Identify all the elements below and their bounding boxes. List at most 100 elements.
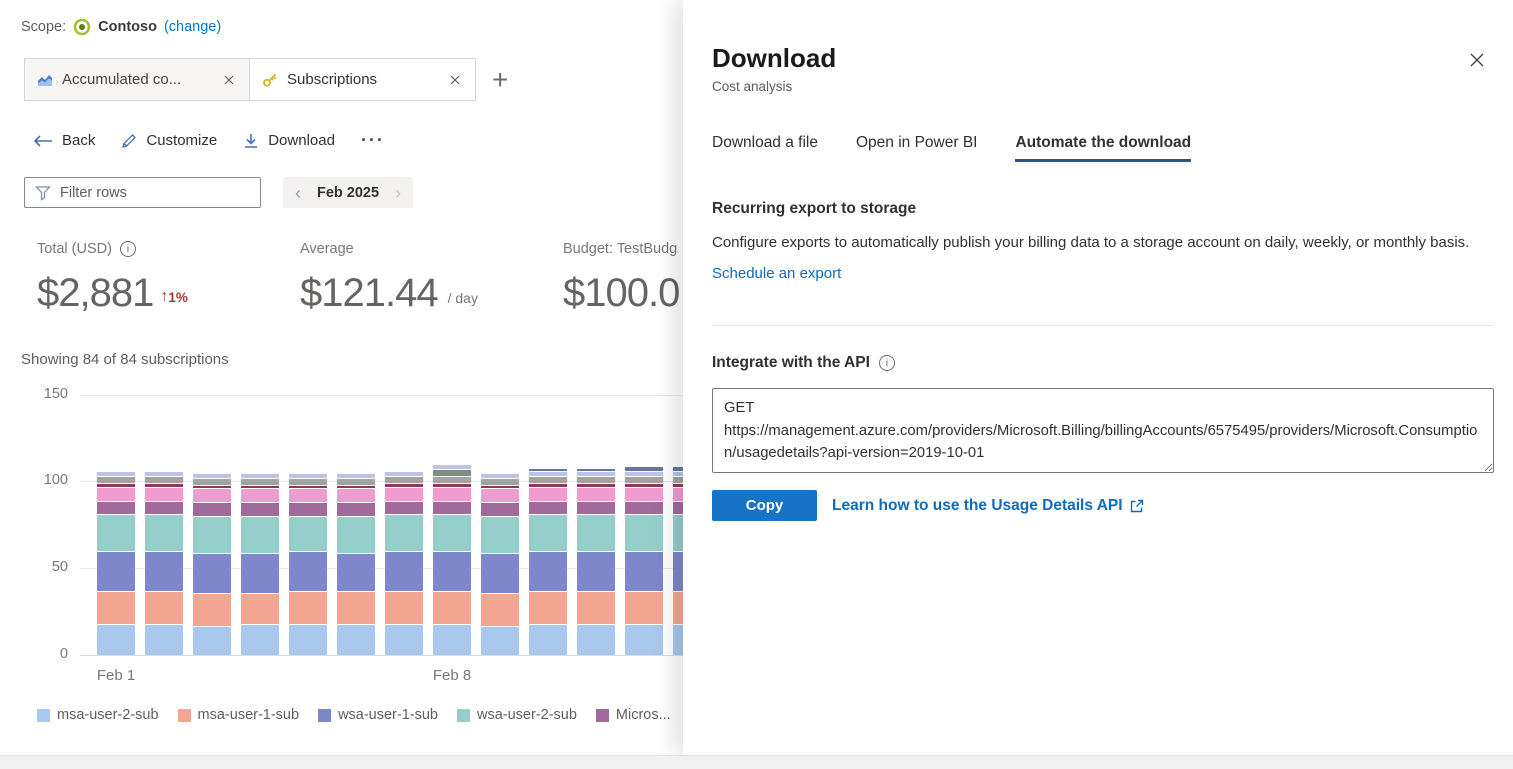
bar-segment (577, 486, 615, 501)
bar-segment (337, 477, 375, 485)
tab-download-a-file[interactable]: Download a file (712, 134, 818, 162)
bar-segment (97, 590, 135, 624)
info-icon[interactable]: i (119, 241, 136, 257)
kpi-budget-value: $100.0 (563, 271, 680, 315)
tab-accumulated-costs[interactable]: Accumulated co... (24, 58, 250, 101)
bar-segment (577, 590, 615, 624)
stacked-bar-feb-1[interactable] (97, 471, 135, 655)
kpi-total-delta: ↑ 1% (160, 288, 188, 306)
info-icon[interactable]: i (878, 355, 895, 372)
bar-segment (577, 623, 615, 655)
bar-segment (289, 516, 327, 551)
filter-rows-box (24, 177, 261, 208)
tab-label: Subscriptions (287, 71, 378, 88)
recurring-export-description: Configure exports to automatically publi… (712, 233, 1470, 251)
bar-segment (145, 514, 183, 551)
kpi-budget: Budget: TestBudg $100.0 (563, 241, 680, 315)
bar-segment (241, 478, 279, 485)
x-axis-tick-label: Feb 8 (432, 667, 472, 684)
bar-segment (289, 590, 327, 624)
customize-button[interactable]: Customize (121, 132, 217, 149)
chart-legend: msa-user-2-sub msa-user-1-sub wsa-user-1-s… (37, 707, 671, 723)
bar-segment (433, 514, 471, 551)
horizontal-scrollbar[interactable] (0, 755, 1513, 769)
panel-tabs: Download a file Open in Power BI Automat… (712, 134, 1494, 162)
bar-segment (337, 502, 375, 517)
usage-details-api-link-label: Learn how to use the Usage Details API (832, 496, 1123, 514)
bar-segment (577, 550, 615, 591)
bar-segment (529, 550, 567, 591)
bar-segment (145, 550, 183, 591)
tab-open-in-power-bi[interactable]: Open in Power BI (856, 134, 977, 162)
kpi-total-value: $2,881 (37, 271, 154, 315)
bar-segment (193, 592, 231, 626)
bar-segment (433, 486, 471, 501)
panel-close-button[interactable] (1465, 48, 1489, 72)
next-month-button[interactable]: › (395, 184, 401, 202)
tab-label: Accumulated co... (62, 71, 182, 88)
stacked-bar-feb-5[interactable] (289, 472, 327, 655)
download-label: Download (268, 132, 335, 149)
legend-swatch (37, 708, 50, 722)
legend-item: Micros... (595, 707, 671, 723)
bar-segment (625, 476, 663, 484)
cost-analysis-page: Scope: Contoso (change) Accumulated co..… (0, 0, 1513, 769)
previous-month-button[interactable]: ‹ (295, 184, 301, 202)
legend-item: wsa-user-1-sub (318, 707, 438, 723)
back-button[interactable]: Back (33, 132, 95, 149)
bar-segment (241, 592, 279, 624)
bar-segment (433, 476, 471, 484)
tab-automate-the-download[interactable]: Automate the download (1015, 134, 1192, 162)
area-chart-icon (37, 72, 53, 88)
new-view-tab-button[interactable]: + (492, 65, 508, 94)
bar-segment (433, 623, 471, 655)
legend-label: msa-user-1-sub (197, 707, 300, 723)
download-icon (243, 133, 259, 149)
schedule-export-link[interactable]: Schedule an export (712, 265, 841, 282)
bar-segment (385, 486, 423, 501)
bar-segment (337, 516, 375, 553)
filter-funnel-icon (35, 185, 51, 201)
bar-segment (433, 550, 471, 591)
view-tabs: Accumulated co... Subscriptions + (24, 58, 508, 101)
stacked-bar-feb-10[interactable] (529, 467, 567, 655)
legend-label: wsa-user-2-sub (476, 707, 577, 723)
download-button[interactable]: Download (243, 132, 335, 149)
close-icon[interactable] (221, 72, 237, 88)
stacked-bar-feb-3[interactable] (193, 472, 231, 655)
bar-segment (289, 502, 327, 517)
stacked-bar-feb-11[interactable] (577, 467, 615, 655)
tab-subscriptions[interactable]: Subscriptions (250, 58, 476, 101)
bar-segment (385, 500, 423, 515)
y-axis-tick-label: 150 (43, 386, 68, 402)
legend-swatch (177, 708, 191, 722)
legend-swatch (595, 708, 609, 722)
stacked-bar-feb-2[interactable] (145, 471, 183, 655)
stacked-bar-feb-6[interactable] (337, 472, 375, 655)
back-arrow-icon (33, 134, 53, 147)
bar-segment (193, 502, 231, 517)
scope-change-link[interactable]: (change) (164, 19, 221, 35)
filter-rows-input[interactable] (60, 184, 252, 201)
api-request-textarea[interactable]: GET https://management.azure.com/provide… (712, 388, 1494, 474)
stacked-bar-feb-4[interactable] (241, 472, 279, 655)
bar-segment (289, 623, 327, 655)
kpi-total-label: Total (USD) (37, 241, 112, 257)
scope-name: Contoso (98, 19, 157, 35)
bar-segment (193, 477, 231, 485)
y-axis-tick-label: 100 (43, 472, 68, 488)
showing-count-text: Showing 84 of 84 subscriptions (21, 351, 229, 368)
bar-segment (529, 623, 567, 655)
bar-segment (385, 623, 423, 655)
copy-button[interactable]: Copy (712, 490, 817, 522)
y-axis-tick-label: 50 (51, 559, 68, 575)
close-icon[interactable] (447, 72, 463, 88)
usage-details-api-link[interactable]: Learn how to use the Usage Details API (832, 497, 1144, 515)
stacked-bar-feb-9[interactable] (481, 472, 519, 655)
stacked-bar-feb-8[interactable] (433, 464, 471, 655)
more-commands-button[interactable]: ··· (361, 130, 385, 151)
integrate-api-heading: Integrate with the API (712, 354, 870, 372)
stacked-bar-feb-7[interactable] (385, 471, 423, 655)
legend-swatch (318, 708, 332, 722)
stacked-bar-feb-12[interactable] (625, 465, 663, 655)
